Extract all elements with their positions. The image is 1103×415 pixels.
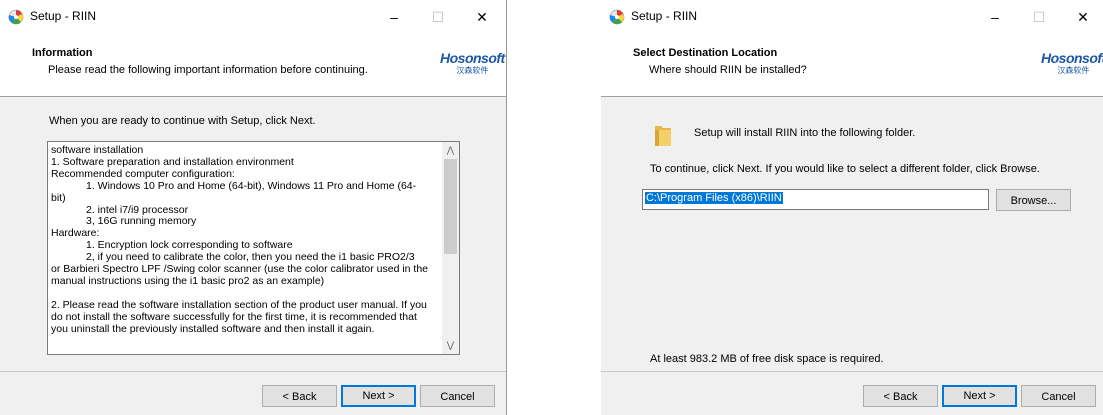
memo-line: manual instructions using the i1 basic p… [51,274,325,287]
cancel-button[interactable]: Cancel [1021,385,1096,407]
back-button[interactable]: < Back [863,385,938,407]
wizard-body: When you are ready to continue with Setu… [0,97,506,371]
continue-note: To continue, click Next. If you would li… [650,163,1040,175]
memo-line: Recommended computer configuration: [51,167,235,180]
setup-app-icon [8,9,24,25]
memo-line [51,288,441,300]
destination-path-input[interactable]: C:\Program Files (x86)\RIIN [642,189,989,210]
memo-line: 2. Please read the software installation… [51,298,427,311]
hosonsoft-logo: Hosonsoft 汉森软件 [440,51,505,76]
next-button[interactable]: Next > [341,385,416,407]
setup-app-icon [609,9,625,25]
disk-space-note: At least 983.2 MB of free disk space is … [650,353,884,365]
title-bar[interactable]: Setup - RIIN – ☐ ✕ [601,0,1103,34]
hosonsoft-logo: Hosonsoft 汉森软件 [1041,51,1103,76]
logo-text: Hosonsoft [440,50,505,66]
scroll-up-icon[interactable]: ⋀ [442,142,459,159]
scroll-thumb[interactable] [444,159,457,254]
install-note: Setup will install RIIN into the followi… [694,127,916,139]
minimize-button[interactable]: – [372,0,416,34]
memo-line: bit) [51,191,66,204]
window-title: Setup - RIIN [631,9,698,23]
scroll-down-icon[interactable]: ⋁ [442,337,459,354]
lead-text: When you are ready to continue with Setu… [49,115,316,127]
memo-line: you uninstall the previously installed s… [51,322,375,335]
memo-text: software installation 1. Software prepara… [51,144,441,335]
maximize-button[interactable]: ☐ [416,0,460,34]
memo-scrollbar[interactable]: ⋀ ⋁ [442,142,459,354]
close-button[interactable]: ✕ [1061,0,1103,34]
logo-subtext: 汉森软件 [1057,66,1090,75]
wizard-header: Information Please read the following im… [0,34,506,97]
maximize-button[interactable]: ☐ [1017,0,1061,34]
page-subtitle: Where should RIIN be installed? [649,64,807,76]
wizard-footer: < Back Next > Cancel [601,371,1103,415]
memo-line: do not install the software successfully… [51,310,417,323]
folder-icon [655,126,671,146]
information-memo[interactable]: software installation 1. Software prepara… [47,141,460,355]
page-subtitle: Please read the following important info… [48,64,368,76]
setup-window-destination: Setup - RIIN – ☐ ✕ Select Destination Lo… [601,0,1103,415]
page-title: Select Destination Location [633,47,778,59]
window-title: Setup - RIIN [30,9,97,23]
next-button[interactable]: Next > [942,385,1017,407]
page-title: Information [32,47,93,59]
memo-line: 3, 16G running memory [51,215,197,228]
wizard-footer: < Back Next > Cancel [0,371,506,415]
logo-text: Hosonsoft [1041,50,1103,66]
back-button[interactable]: < Back [262,385,337,407]
minimize-button[interactable]: – [973,0,1017,34]
setup-window-information: Setup - RIIN – ☐ ✕ Information Please re… [0,0,507,415]
close-button[interactable]: ✕ [460,0,504,34]
path-text: C:\Program Files (x86)\RIIN [645,192,783,204]
wizard-header: Select Destination Location Where should… [601,34,1103,97]
cancel-button[interactable]: Cancel [420,385,495,407]
memo-line: 1. Windows 10 Pro and Home (64-bit), Win… [51,179,417,192]
browse-button[interactable]: Browse... [996,189,1071,211]
wizard-body: Setup will install RIIN into the followi… [601,97,1103,371]
logo-subtext: 汉森软件 [456,66,489,75]
title-bar[interactable]: Setup - RIIN – ☐ ✕ [0,0,506,34]
